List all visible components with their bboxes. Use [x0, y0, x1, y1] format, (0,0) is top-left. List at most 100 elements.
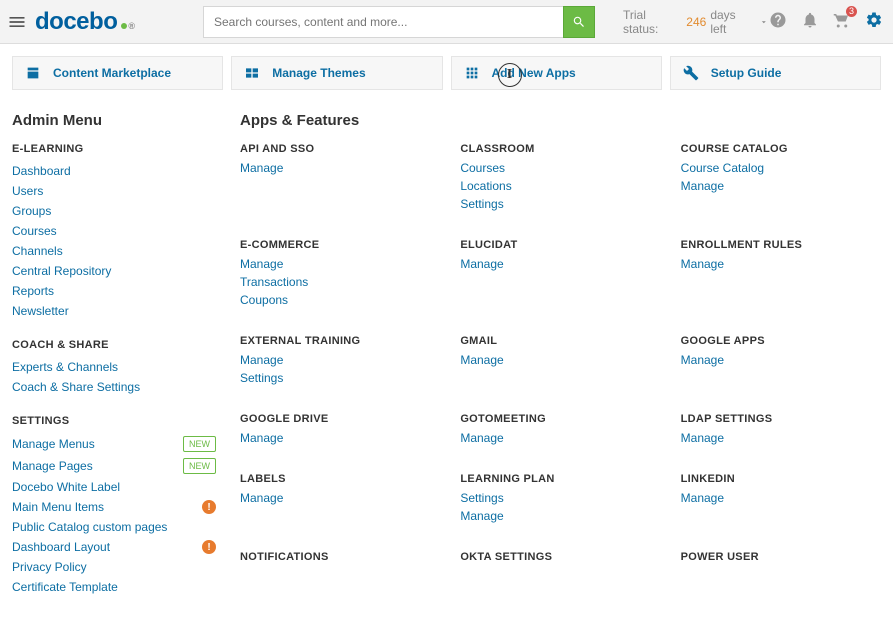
warning-badge: !	[202, 540, 216, 554]
feature-title: LINKEDIN	[681, 473, 881, 485]
feature-link[interactable]: Manage	[681, 255, 881, 273]
feature-block: ELUCIDAT Manage	[460, 239, 660, 309]
feature-title: ENROLLMENT RULES	[681, 239, 881, 251]
sidebar-link[interactable]: Main Menu Items	[12, 500, 104, 514]
feature-title: ELUCIDAT	[460, 239, 660, 251]
card-label: Add New Apps	[492, 66, 576, 80]
feature-block: GOOGLE DRIVE Manage	[240, 413, 440, 447]
content-title: Apps & Features	[240, 112, 881, 129]
sidebar-group-heading: E-LEARNING	[12, 143, 216, 155]
feature-block: NOTIFICATIONS	[240, 551, 440, 567]
hamburger-menu-button[interactable]	[0, 12, 33, 32]
sidebar-link[interactable]: Privacy Policy	[12, 560, 87, 574]
feature-link[interactable]: Manage	[681, 351, 881, 369]
feature-link[interactable]: Manage	[681, 489, 881, 507]
top-bar: docebo ® Trial status: 246 days left 3	[0, 0, 893, 44]
sidebar-link[interactable]: Coach & Share Settings	[12, 380, 140, 394]
feature-link[interactable]: Manage	[460, 507, 660, 525]
sidebar-item: Central Repository	[12, 261, 216, 281]
feature-link[interactable]: Settings	[460, 195, 660, 213]
sidebar-link[interactable]: Reports	[12, 284, 54, 298]
sidebar-title: Admin Menu	[12, 112, 216, 129]
feature-link[interactable]: Manage	[240, 159, 440, 177]
feature-title: LDAP SETTINGS	[681, 413, 881, 425]
cart-button[interactable]: 3	[833, 11, 851, 32]
logo[interactable]: docebo ®	[33, 8, 143, 36]
feature-title: NOTIFICATIONS	[240, 551, 440, 563]
setup-guide-card[interactable]: Setup Guide	[670, 56, 881, 90]
feature-link[interactable]: Course Catalog	[681, 159, 881, 177]
top-icons: 3	[769, 11, 893, 32]
sidebar: Admin Menu E-LEARNING Dashboard Users Group…	[12, 102, 216, 597]
logo-registered: ®	[128, 21, 135, 31]
sidebar-link[interactable]: Manage Menus	[12, 437, 95, 451]
manage-themes-card[interactable]: Manage Themes	[231, 56, 442, 90]
feature-link[interactable]: Manage	[460, 429, 660, 447]
notifications-button[interactable]	[801, 11, 819, 32]
feature-block: ENROLLMENT RULES Manage	[681, 239, 881, 309]
feature-link[interactable]: Manage	[240, 255, 440, 273]
logo-text: docebo	[35, 8, 117, 36]
feature-link[interactable]: Manage	[460, 255, 660, 273]
help-button[interactable]	[769, 11, 787, 32]
help-icon	[769, 11, 787, 29]
search-button[interactable]	[563, 6, 595, 38]
feature-link[interactable]: Coupons	[240, 291, 440, 309]
feature-title: GOOGLE DRIVE	[240, 413, 440, 425]
search-input[interactable]	[203, 6, 563, 38]
feature-link[interactable]: Manage	[460, 351, 660, 369]
sidebar-link[interactable]: Dashboard Layout	[12, 540, 110, 554]
sidebar-link[interactable]: Public Catalog custom pages	[12, 520, 167, 534]
features-grid: API AND SSOManageCLASSROOMCoursesLocatio…	[240, 143, 881, 593]
add-new-apps-card[interactable]: Add New Apps I	[451, 56, 662, 90]
sidebar-link[interactable]: Docebo White Label	[12, 480, 120, 494]
sidebar-item: Coach & Share Settings	[12, 377, 216, 397]
feature-link[interactable]: Settings	[460, 489, 660, 507]
feature-link[interactable]: Transactions	[240, 273, 440, 291]
feature-link[interactable]: Manage	[240, 351, 440, 369]
feature-block: COURSE CATALOGCourse CatalogManage	[681, 143, 881, 213]
content-marketplace-card[interactable]: Content Marketplace	[12, 56, 223, 90]
settings-button[interactable]	[865, 11, 883, 32]
warning-badge: !	[202, 500, 216, 514]
feature-title: EXTERNAL TRAINING	[240, 335, 440, 347]
sidebar-item: Privacy Policy	[12, 557, 216, 577]
sidebar-group-heading: COACH & SHARE	[12, 339, 216, 351]
sidebar-link[interactable]: Central Repository	[12, 264, 111, 278]
main: Admin Menu E-LEARNING Dashboard Users Group…	[0, 98, 893, 617]
feature-link[interactable]: Settings	[240, 369, 440, 387]
feature-link[interactable]: Manage	[681, 177, 881, 195]
trial-prefix: Trial status:	[623, 8, 682, 36]
card-label: Setup Guide	[711, 66, 782, 80]
sidebar-link[interactable]: Dashboard	[12, 164, 71, 178]
feature-link[interactable]: Manage	[240, 489, 440, 507]
feature-link[interactable]: Courses	[460, 159, 660, 177]
card-label: Manage Themes	[272, 66, 365, 80]
sidebar-link[interactable]: Groups	[12, 204, 51, 218]
trial-status[interactable]: Trial status: 246 days left	[623, 8, 769, 36]
logo-dot	[121, 23, 127, 29]
feature-title: API AND SSO	[240, 143, 440, 155]
sidebar-link[interactable]: Newsletter	[12, 304, 69, 318]
sidebar-link[interactable]: Courses	[12, 224, 57, 238]
search-icon	[572, 15, 586, 29]
sidebar-item: Channels	[12, 241, 216, 261]
feature-title: LEARNING PLAN	[460, 473, 660, 485]
feature-link[interactable]: Manage	[240, 429, 440, 447]
feature-link[interactable]: Locations	[460, 177, 660, 195]
sidebar-link[interactable]: Manage Pages	[12, 459, 93, 473]
sidebar-item: Users	[12, 181, 216, 201]
feature-block: API AND SSO Manage	[240, 143, 440, 213]
feature-block: EXTERNAL TRAINING ManageSettings	[240, 335, 440, 387]
sidebar-item: Manage PagesNEW	[12, 455, 216, 477]
sidebar-item: Manage MenusNEW	[12, 433, 216, 455]
sidebar-link[interactable]: Certificate Template	[12, 580, 118, 594]
sidebar-link[interactable]: Channels	[12, 244, 63, 258]
sidebar-group-heading: SETTINGS	[12, 415, 216, 427]
sidebar-link[interactable]: Experts & Channels	[12, 360, 118, 374]
apps-icon	[464, 65, 480, 81]
sidebar-item: Dashboard	[12, 161, 216, 181]
feature-link[interactable]: Manage	[681, 429, 881, 447]
sidebar-link[interactable]: Users	[12, 184, 43, 198]
feature-title: LABELS	[240, 473, 440, 485]
